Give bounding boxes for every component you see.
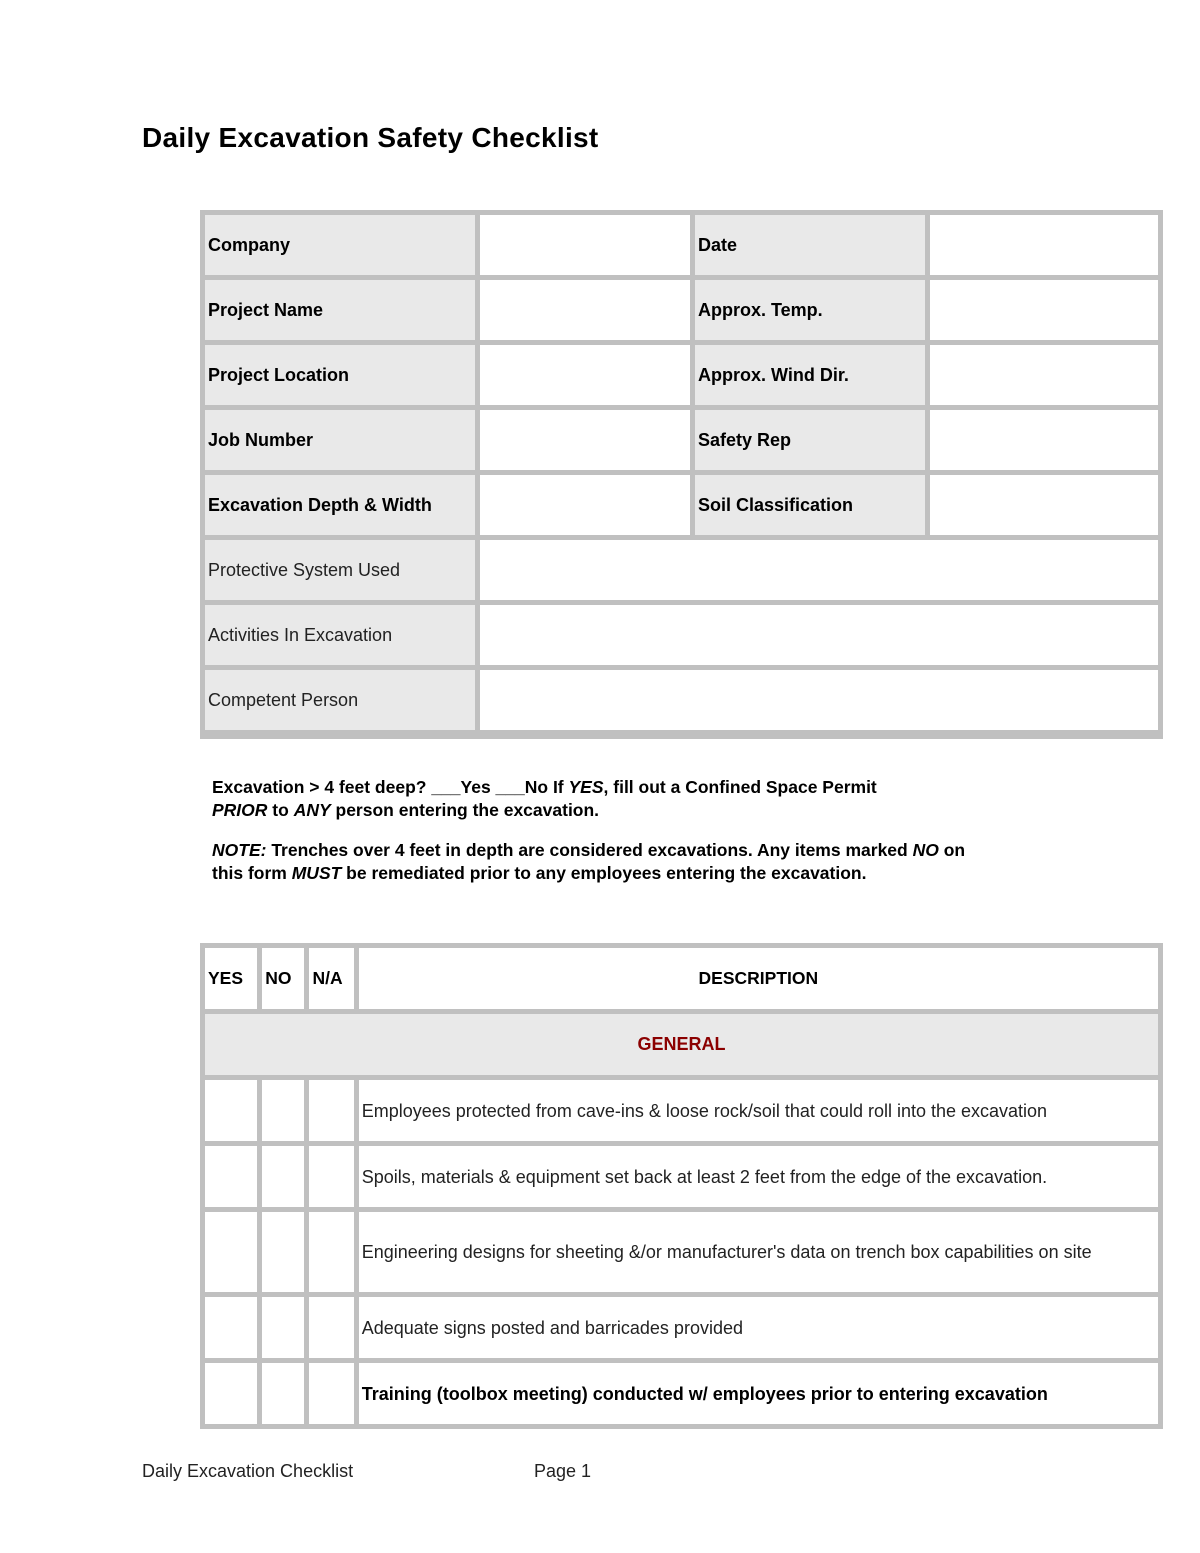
- info-row-excavation-depth: Excavation Depth & Width Soil Classifica…: [205, 475, 1158, 535]
- note-paragraph: NOTE: Trenches over 4 feet in depth are …: [212, 840, 966, 883]
- checklist-row: Engineering designs for sheeting &/or ma…: [205, 1212, 1158, 1292]
- checklist-row: Adequate signs posted and barricades pro…: [205, 1297, 1158, 1358]
- info-row-job-number: Job Number Safety Rep: [205, 410, 1158, 470]
- date-field[interactable]: [930, 215, 1158, 275]
- yes-checkbox[interactable]: [205, 1080, 258, 1141]
- info-row-competent-person: Competent Person: [205, 670, 1158, 730]
- soil-classification-label: Soil Classification: [695, 475, 925, 535]
- na-checkbox[interactable]: [309, 1363, 354, 1424]
- competent-person-field[interactable]: [480, 670, 1158, 730]
- date-label: Date: [695, 215, 925, 275]
- section-row-general: GENERAL: [205, 1014, 1158, 1075]
- safety-rep-label: Safety Rep: [695, 410, 925, 470]
- info-row-protective-system: Protective System Used: [205, 540, 1158, 600]
- approx-temp-field[interactable]: [930, 280, 1158, 340]
- checklist-row: Training (toolbox meeting) conducted w/ …: [205, 1363, 1158, 1424]
- no-checkbox[interactable]: [262, 1146, 305, 1207]
- checklist-row: Employees protected from cave-ins & loos…: [205, 1080, 1158, 1141]
- project-location-label: Project Location: [205, 345, 475, 405]
- protective-system-field[interactable]: [480, 540, 1158, 600]
- checklist-header-row: YES NO N/A DESCRIPTION: [205, 948, 1158, 1009]
- project-location-field[interactable]: [480, 345, 690, 405]
- item-description: Adequate signs posted and barricades pro…: [358, 1297, 1158, 1358]
- yes-checkbox[interactable]: [205, 1146, 258, 1207]
- wind-dir-field[interactable]: [930, 345, 1158, 405]
- document-title: Daily Excavation Safety Checklist: [142, 122, 599, 153]
- activities-label: Activities In Excavation: [205, 605, 475, 665]
- description-column-header: DESCRIPTION: [358, 948, 1158, 1009]
- no-checkbox[interactable]: [262, 1080, 305, 1141]
- info-row-activities: Activities In Excavation: [205, 605, 1158, 665]
- project-info-table: Company Date Project Name Approx. Temp. …: [200, 210, 1163, 739]
- na-checkbox[interactable]: [309, 1212, 354, 1292]
- na-checkbox[interactable]: [309, 1146, 354, 1207]
- info-row-company: Company Date: [205, 215, 1158, 275]
- instructions-notes: Excavation > 4 feet deep? ___Yes ___No I…: [212, 776, 1012, 902]
- excavation-depth-label: Excavation Depth & Width: [205, 475, 475, 535]
- yes-column-header: YES: [205, 948, 258, 1009]
- checklist-row: Spoils, materials & equipment set back a…: [205, 1146, 1158, 1207]
- job-number-field[interactable]: [480, 410, 690, 470]
- na-checkbox[interactable]: [309, 1080, 354, 1141]
- project-name-field[interactable]: [480, 280, 690, 340]
- info-row-project-location: Project Location Approx. Wind Dir.: [205, 345, 1158, 405]
- footer-page-number: Page 1: [534, 1461, 592, 1481]
- na-column-header: N/A: [309, 948, 354, 1009]
- company-label: Company: [205, 215, 475, 275]
- no-checkbox[interactable]: [262, 1363, 305, 1424]
- no-checkbox[interactable]: [262, 1212, 305, 1292]
- project-name-label: Project Name: [205, 280, 475, 340]
- item-description: Engineering designs for sheeting &/or ma…: [358, 1212, 1158, 1292]
- no-checkbox[interactable]: [262, 1297, 305, 1358]
- company-field[interactable]: [480, 215, 690, 275]
- approx-temp-label: Approx. Temp.: [695, 280, 925, 340]
- protective-system-label: Protective System Used: [205, 540, 475, 600]
- na-checkbox[interactable]: [309, 1297, 354, 1358]
- soil-classification-field[interactable]: [930, 475, 1158, 535]
- safety-rep-field[interactable]: [930, 410, 1158, 470]
- footer-document-name: Daily Excavation Checklist: [142, 1461, 354, 1481]
- item-description: Spoils, materials & equipment set back a…: [358, 1146, 1158, 1207]
- activities-field[interactable]: [480, 605, 1158, 665]
- competent-person-label: Competent Person: [205, 670, 475, 730]
- checklist-table: YES NO N/A DESCRIPTION GENERAL Employees…: [200, 943, 1163, 1429]
- yes-checkbox[interactable]: [205, 1212, 258, 1292]
- depth-question: Excavation > 4 feet deep? ___Yes ___No I…: [212, 777, 877, 820]
- info-row-project-name: Project Name Approx. Temp.: [205, 280, 1158, 340]
- yes-checkbox[interactable]: [205, 1297, 258, 1358]
- section-title: GENERAL: [205, 1014, 1158, 1075]
- item-description: Employees protected from cave-ins & loos…: [358, 1080, 1158, 1141]
- job-number-label: Job Number: [205, 410, 475, 470]
- item-description: Training (toolbox meeting) conducted w/ …: [358, 1363, 1158, 1424]
- yes-checkbox[interactable]: [205, 1363, 258, 1424]
- wind-dir-label: Approx. Wind Dir.: [695, 345, 925, 405]
- excavation-depth-field[interactable]: [480, 475, 690, 535]
- no-column-header: NO: [262, 948, 305, 1009]
